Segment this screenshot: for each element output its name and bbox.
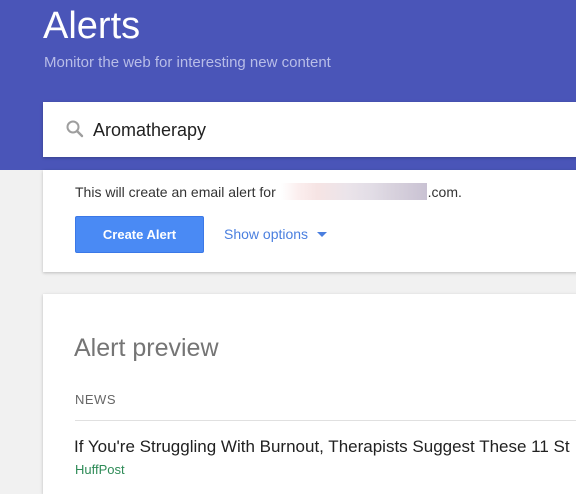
create-alert-button[interactable]: Create Alert — [75, 216, 204, 253]
section-divider — [75, 420, 576, 421]
caret-down-icon — [317, 232, 328, 237]
alert-preview-title: Alert preview — [74, 334, 219, 362]
email-alert-message: This will create an email alert for .com… — [75, 183, 462, 201]
article-title-link[interactable]: If You're Struggling With Burnout, Thera… — [74, 436, 570, 458]
page-title: Alerts — [43, 5, 141, 47]
create-alert-card: This will create an email alert for .com… — [43, 170, 576, 272]
email-alert-prefix: This will create an email alert for — [75, 184, 276, 200]
article-source: HuffPost — [75, 462, 125, 477]
show-options-label: Show options — [224, 226, 309, 242]
search-bar[interactable]: Aromatherapy — [43, 102, 576, 157]
page-subtitle: Monitor the web for interesting new cont… — [44, 54, 331, 71]
email-alert-suffix: .com. — [427, 184, 462, 200]
show-options-link[interactable]: Show options — [224, 225, 328, 243]
search-input[interactable]: Aromatherapy — [93, 118, 206, 142]
alert-preview-card: Alert preview NEWS If You're Struggling … — [43, 294, 576, 494]
redacted-email — [280, 183, 427, 200]
search-icon — [66, 120, 84, 138]
news-section-label: NEWS — [75, 392, 116, 407]
